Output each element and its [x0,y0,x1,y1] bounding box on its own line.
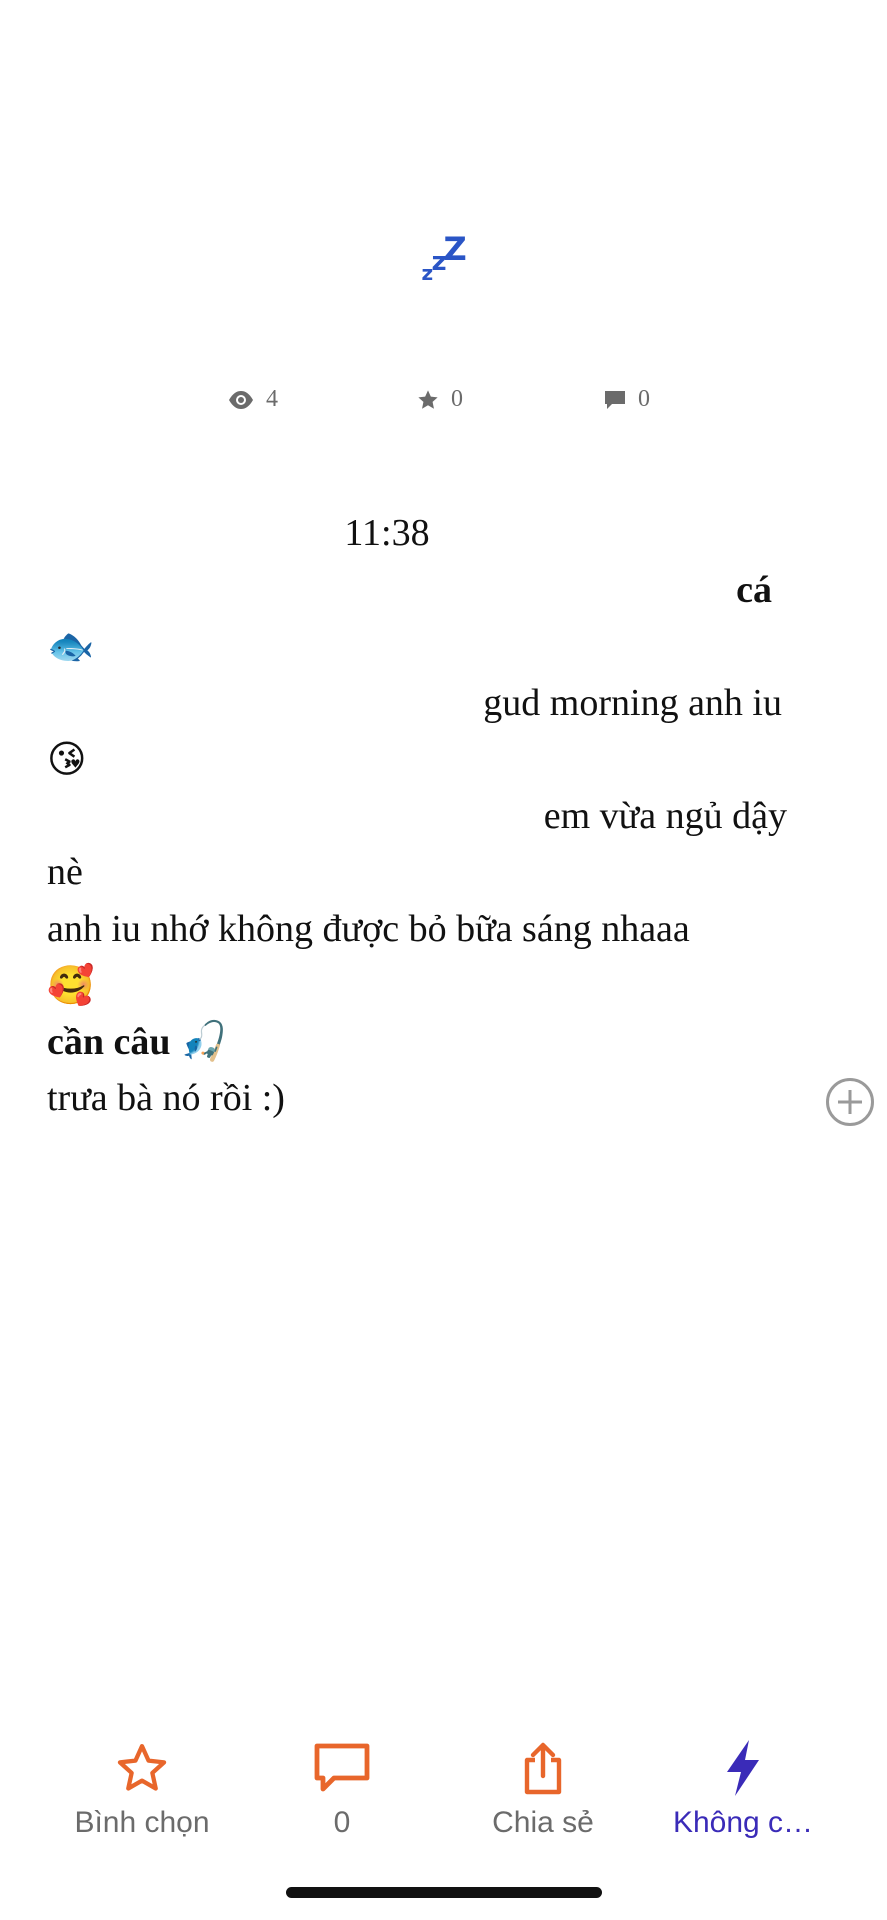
chapter-title: z z Z [0,225,887,289]
content-line: nè [47,851,83,893]
votes-stat: 0 [417,386,463,413]
views-stat: 4 [228,386,278,413]
share-label: Chia sẻ [492,1806,594,1839]
content-line: 🥰 [47,957,807,1014]
star-icon [418,389,438,409]
lightning-icon [727,1740,759,1796]
smiling-hearts-emoji: 🥰 [47,963,95,1007]
content-line: em vừa ngủ dậy [543,794,787,837]
comment-count: 0 [333,1806,351,1839]
offline-button[interactable]: Không c… [643,1740,843,1840]
bottom-action-bar: Bình chọn 0 Chia sẻ Không c… [0,1700,887,1920]
vote-label: Bình chọn [74,1806,210,1839]
content-line: 😘 [47,731,807,788]
votes-count: 0 [451,386,463,412]
fish-emoji: 🐟 [47,624,95,668]
views-count: 4 [266,386,278,412]
comments-stat: 0 [604,386,650,413]
kiss-emoji: 😘 [47,737,87,781]
eye-icon [229,390,253,409]
content-line: anh iu nhớ không được bỏ bữa sáng nhaaa [47,907,690,950]
content-line: trưa bà nó rồi :) [47,1077,285,1119]
comments-count: 0 [638,386,650,412]
content-line: 🐟 [47,618,807,675]
add-inline-comment-button[interactable] [826,1078,874,1126]
content-line: cần câu 🎣 [47,1020,228,1063]
share-button[interactable]: Chia sẻ [443,1740,643,1840]
star-outline-icon [117,1744,167,1791]
comment-icon [605,390,625,409]
comments-button[interactable]: 0 [242,1740,442,1840]
share-icon [524,1742,562,1795]
content-time: 11:38 [344,512,430,554]
zzz-sleeping-icon: z z Z [421,230,467,285]
vote-button[interactable]: Bình chọn [42,1740,242,1840]
story-stats: 4 0 0 [0,386,887,418]
chapter-content: 11:38 cá 🐟 gud morning anh iu 😘 em vừa n… [47,505,807,1127]
comment-outline-icon [314,1743,370,1792]
content-line: cá [736,568,772,611]
home-indicator[interactable] [286,1887,602,1898]
offline-label: Không c… [672,1806,814,1839]
content-line: gud morning anh iu [483,681,782,724]
